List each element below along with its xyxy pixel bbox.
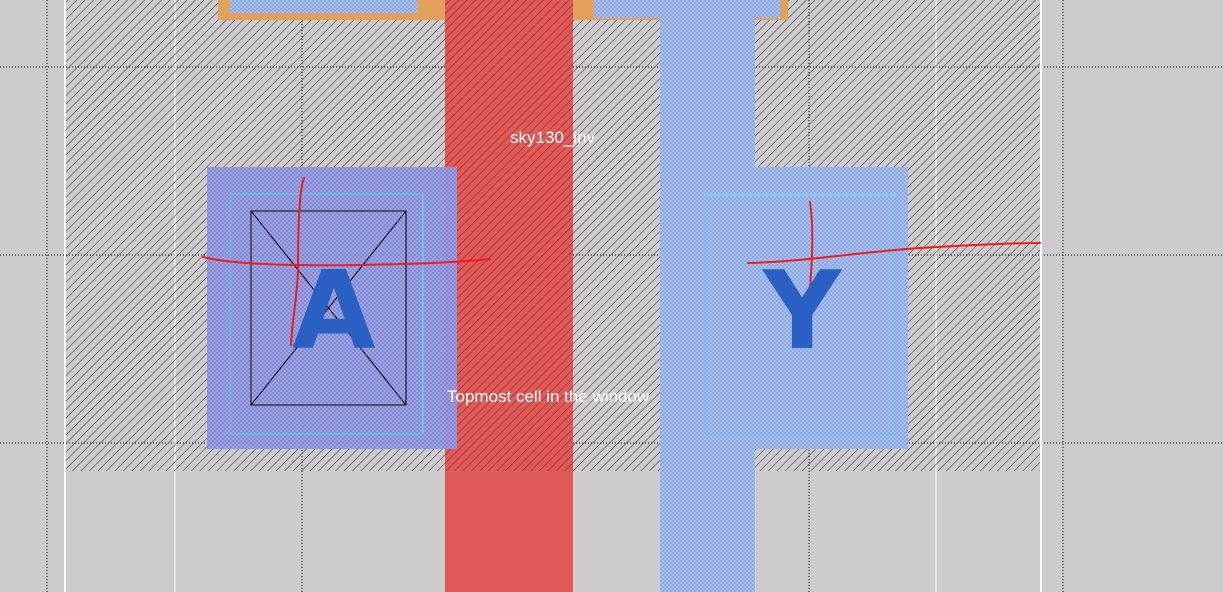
layout-canvas[interactable]: sky130_inv Topmost cell in the window A …	[0, 0, 1223, 592]
layout-view[interactable]	[0, 0, 1223, 592]
input-pin-block[interactable]	[207, 167, 457, 449]
output-pin-block[interactable]	[660, 167, 908, 449]
